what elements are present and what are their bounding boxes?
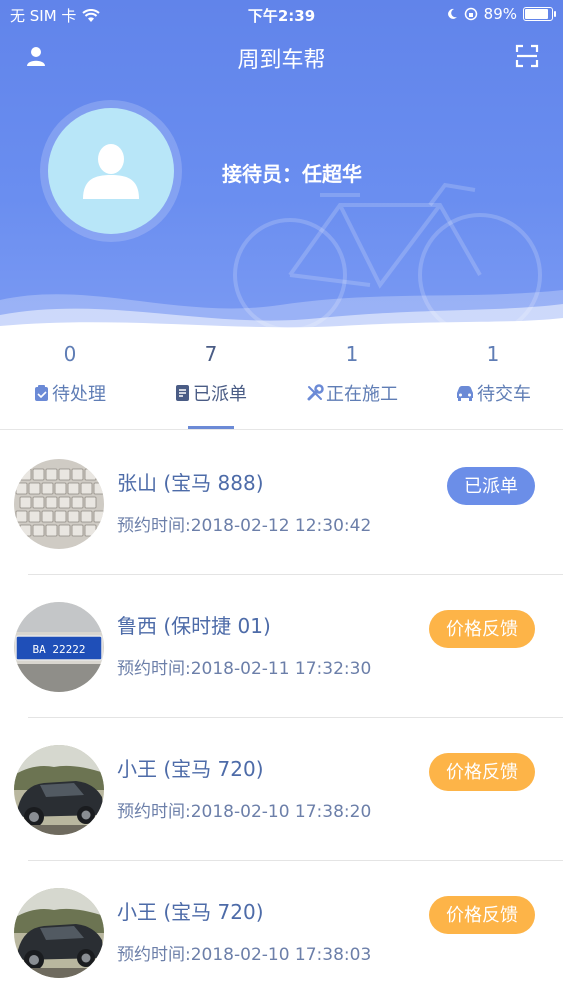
status-button[interactable]: 价格反馈 xyxy=(429,753,535,791)
order-time: 预约时间:2018-02-10 17:38:20 xyxy=(117,802,372,822)
order-item[interactable]: 小王 (宝马 720) 预约时间:2018-02-10 17:38:20 价格反… xyxy=(0,717,563,860)
scan-icon xyxy=(515,44,539,68)
tab-awaiting-delivery[interactable]: 1 待交车 xyxy=(423,330,563,430)
order-item[interactable]: 小王 (宝马 720) 预约时间:2018-02-10 17:38:03 价格反… xyxy=(0,860,563,1000)
header-banner: 无 SIM 卡 下午2:39 89% 周到车帮 接待员：任超华 xyxy=(0,0,563,330)
order-title: 小王 (宝马 720) xyxy=(117,757,264,781)
order-title: 鲁西 (保时捷 01) xyxy=(117,614,271,638)
car-photo xyxy=(14,888,104,978)
avatar-ring xyxy=(40,100,182,242)
tab-dispatched[interactable]: 7 已派单 xyxy=(141,330,281,430)
tab-label: 正在施工 xyxy=(326,384,398,405)
orientation-lock-icon xyxy=(464,7,477,21)
order-list: 张山 (宝马 888) 预约时间:2018-02-12 12:30:42 已派单… xyxy=(0,431,563,1000)
clipboard-icon xyxy=(35,385,48,401)
page-title: 周到车帮 xyxy=(237,48,326,73)
status-button[interactable]: 价格反馈 xyxy=(429,610,535,648)
order-time: 预约时间:2018-02-12 12:30:42 xyxy=(117,516,372,536)
tab-in-progress[interactable]: 1 正在施工 xyxy=(282,330,422,430)
person-silhouette-icon xyxy=(83,144,139,199)
tab-count: 7 xyxy=(204,342,218,366)
status-tabs: 0 待处理 7 已派单 1 正在施工 1 待交车 xyxy=(0,330,563,430)
license-plate-photo: BA 22222 xyxy=(14,602,104,692)
plate-text: BA 22222 xyxy=(33,643,86,656)
tab-count: 1 xyxy=(345,342,359,366)
tab-count: 0 xyxy=(63,342,77,366)
avatar[interactable] xyxy=(48,108,174,234)
battery-level xyxy=(525,9,548,19)
car-photo xyxy=(14,745,104,835)
scan-button[interactable] xyxy=(513,42,541,70)
order-item[interactable]: 张山 (宝马 888) 预约时间:2018-02-12 12:30:42 已派单 xyxy=(0,431,563,574)
document-icon xyxy=(176,385,189,401)
keyboard-photo xyxy=(14,459,104,549)
tab-count: 1 xyxy=(486,342,500,366)
receptionist-name: 接待员：任超华 xyxy=(222,162,362,186)
tab-label: 待交车 xyxy=(477,384,531,405)
battery-percent: 89% xyxy=(483,5,517,23)
status-button[interactable]: 价格反馈 xyxy=(429,896,535,934)
battery-icon xyxy=(523,7,556,21)
active-tab-indicator xyxy=(188,426,234,429)
order-time: 预约时间:2018-02-10 17:38:03 xyxy=(117,945,372,965)
status-button[interactable]: 已派单 xyxy=(447,467,535,505)
tab-label: 待处理 xyxy=(52,384,106,405)
moon-icon xyxy=(447,8,457,19)
tab-pending[interactable]: 0 待处理 xyxy=(0,330,140,430)
car-icon xyxy=(457,386,473,401)
order-title: 小王 (宝马 720) xyxy=(117,900,264,924)
order-time: 预约时间:2018-02-11 17:32:30 xyxy=(117,659,372,679)
order-item[interactable]: BA 22222 鲁西 (保时捷 01) 预约时间:2018-02-11 17:… xyxy=(0,574,563,717)
wrench-icon xyxy=(307,384,324,401)
status-bar: 无 SIM 卡 下午2:39 89% xyxy=(0,0,563,30)
tab-label: 已派单 xyxy=(193,384,247,405)
order-title: 张山 (宝马 888) xyxy=(117,471,264,495)
